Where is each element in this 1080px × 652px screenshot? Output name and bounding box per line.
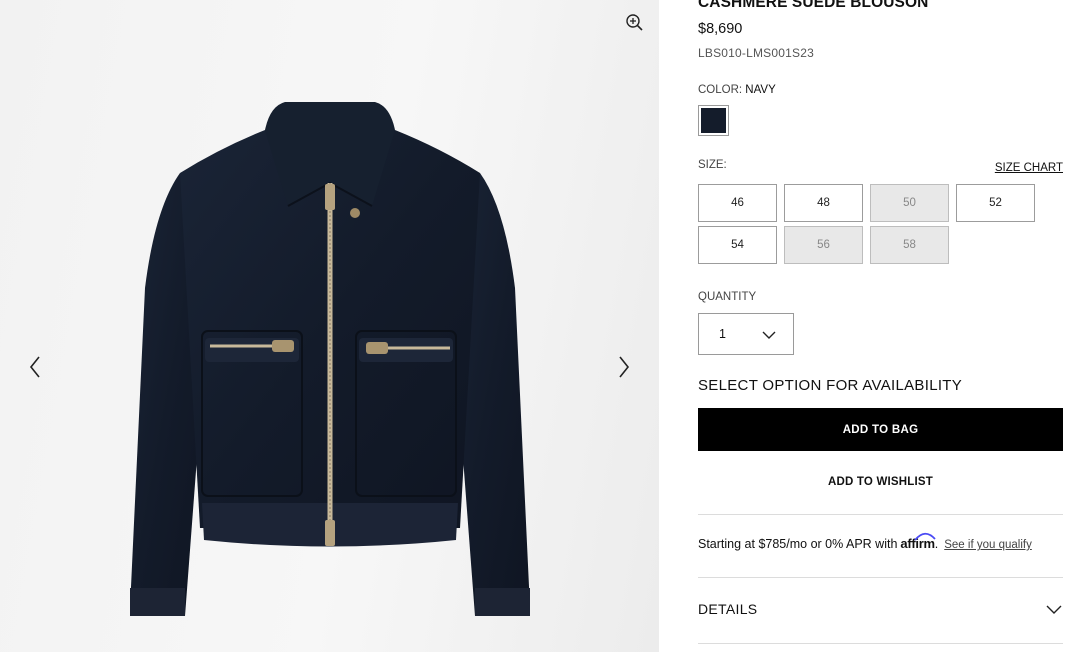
color-selected-value: NAVY (745, 84, 776, 96)
size-option-58[interactable]: 58 (870, 226, 949, 264)
size-option-46[interactable]: 46 (698, 184, 777, 222)
zoom-in-icon[interactable] (624, 12, 646, 34)
chevron-right-icon[interactable] (611, 352, 637, 382)
divider (698, 643, 1063, 644)
affirm-logo: affirm (900, 532, 937, 551)
chevron-left-icon[interactable] (22, 352, 48, 382)
product-sku: LBS010-LMS001S23 (698, 46, 814, 60)
product-image-gallery (0, 0, 659, 652)
availability-message: SELECT OPTION FOR AVAILABILITY (698, 377, 963, 394)
financing-message: Starting at $785/mo or 0% APR with affir… (698, 532, 1032, 551)
size-option-52[interactable]: 52 (956, 184, 1035, 222)
affirm-qualify-link[interactable]: See if you qualify (944, 539, 1032, 551)
chevron-down-icon (761, 328, 777, 340)
details-label: DETAILS (698, 601, 758, 617)
size-option-56[interactable]: 56 (784, 226, 863, 264)
product-image (130, 102, 530, 616)
divider (698, 577, 1063, 578)
color-swatch-navy[interactable] (698, 105, 729, 136)
size-chart-link[interactable]: SIZE CHART (995, 162, 1063, 174)
affirm-arc-icon (914, 532, 937, 541)
product-info-panel: CASHMERE SUEDE BLOUSON $8,690 LBS010-LMS… (698, 0, 1063, 652)
quantity-value: 1 (719, 327, 726, 341)
size-label: SIZE: (698, 159, 727, 171)
product-title: CASHMERE SUEDE BLOUSON (698, 0, 929, 11)
financing-text: Starting at $785/mo or 0% APR with (698, 537, 898, 551)
quantity-select[interactable]: 1 (698, 313, 794, 355)
add-to-wishlist-button[interactable]: ADD TO WISHLIST (698, 465, 1063, 499)
chevron-down-icon (1045, 603, 1063, 615)
color-label: COLOR: NAVY (698, 84, 776, 96)
size-option-48[interactable]: 48 (784, 184, 863, 222)
product-price: $8,690 (698, 21, 743, 37)
add-to-bag-button[interactable]: ADD TO BAG (698, 408, 1063, 451)
size-option-54[interactable]: 54 (698, 226, 777, 264)
color-label-text: COLOR: (698, 84, 743, 96)
quantity-label: QUANTITY (698, 291, 757, 303)
divider (698, 514, 1063, 515)
details-accordion[interactable]: DETAILS (698, 588, 1063, 630)
size-option-50[interactable]: 50 (870, 184, 949, 222)
color-swatch-fill (701, 108, 726, 133)
